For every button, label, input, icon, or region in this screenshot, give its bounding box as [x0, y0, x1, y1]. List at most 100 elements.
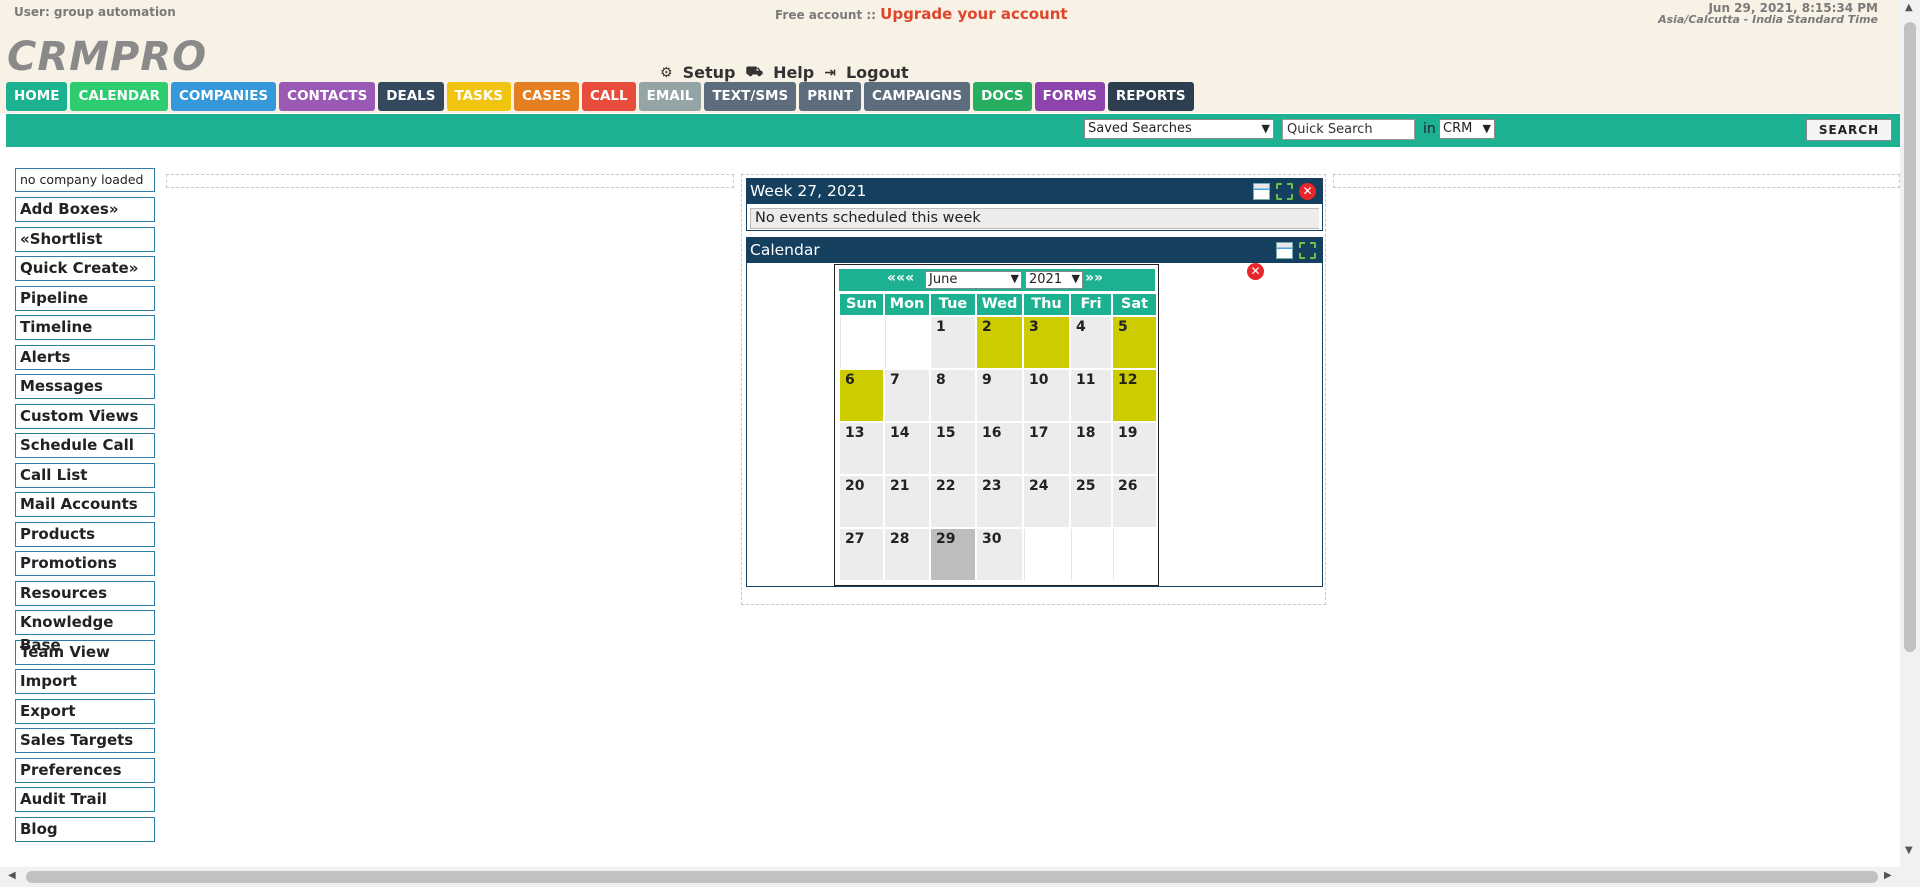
nav-cases[interactable]: CASES	[514, 82, 580, 111]
nav-print[interactable]: PRINT	[799, 82, 862, 111]
calendar-day[interactable]: 15	[931, 423, 975, 474]
mini-calendar: ««« June ▼ 2021 ▼ »» Sun Mon Tue Wed Thu Fri S…	[834, 264, 1159, 586]
calendar-day[interactable]: 28	[885, 529, 929, 580]
nav-companies[interactable]: COMPANIES	[170, 82, 277, 111]
sidebar-item-messages[interactable]: Messages	[15, 374, 155, 399]
scroll-up-icon[interactable]: ▲	[1905, 2, 1913, 13]
prev-month-button[interactable]: «««	[887, 270, 914, 286]
expand-icon[interactable]	[1276, 183, 1293, 200]
nav-forms[interactable]: FORMS	[1034, 82, 1105, 111]
nav-docs[interactable]: DOCS	[973, 82, 1032, 111]
sidebar-item-add-boxes[interactable]: Add Boxes»	[15, 197, 155, 222]
nav-deals[interactable]: DEALS	[378, 82, 444, 111]
nav-text-sms[interactable]: TEXT/SMS	[704, 82, 797, 111]
sidebar-item-custom-views[interactable]: Custom Views	[15, 403, 155, 429]
calendar-day[interactable]: 2	[977, 317, 1022, 368]
sidebar-item-alerts[interactable]: Alerts	[15, 344, 155, 370]
calendar-day[interactable]: 22	[931, 476, 975, 527]
calendar-day[interactable]: 11	[1071, 370, 1111, 421]
sidebar-item-promotions[interactable]: Promotions	[15, 551, 155, 576]
calendar-day[interactable]: 19	[1113, 423, 1156, 474]
nav-email[interactable]: EMAIL	[638, 82, 702, 111]
calendar-day[interactable]: 30	[977, 529, 1022, 580]
calendar-day[interactable]: 26	[1113, 476, 1156, 527]
scroll-thumb[interactable]	[1904, 22, 1916, 652]
horizontal-scrollbar[interactable]: ◀ ▶	[0, 867, 1900, 887]
add-event-icon[interactable]	[1276, 242, 1293, 259]
calendar-grid: Sun Mon Tue Wed Thu Fri Sat 1 2 3 4 5 6 7 8 9 10 11 12 13 14…	[840, 294, 1156, 582]
upgrade-link[interactable]: Upgrade your account	[880, 5, 1067, 23]
sidebar-item-team-view[interactable]: Team View	[15, 639, 155, 665]
sidebar-item-import[interactable]: Import	[15, 669, 155, 694]
logo[interactable]: CRMPRO	[7, 34, 207, 80]
main-nav: HOME CALENDAR COMPANIES CONTACTS DEALS TASKS C…	[6, 82, 1194, 111]
scroll-thumb[interactable]	[26, 871, 1878, 883]
calendar-day[interactable]: 5	[1113, 317, 1156, 368]
sidebar-item-preferences[interactable]: Preferences	[15, 757, 155, 783]
calendar-day[interactable]: 14	[885, 423, 929, 474]
nav-campaigns[interactable]: CAMPAIGNS	[864, 82, 971, 111]
sidebar-item-audit-trail[interactable]: Audit Trail	[15, 787, 155, 812]
calendar-day[interactable]: 16	[977, 423, 1022, 474]
calendar-day[interactable]: 27	[840, 529, 883, 580]
year-select[interactable]: 2021 ▼	[1025, 271, 1083, 289]
calendar-day[interactable]: 20	[840, 476, 883, 527]
close-icon[interactable]: ✕	[1299, 183, 1316, 200]
help-link[interactable]: Help	[773, 63, 814, 82]
nav-home[interactable]: HOME	[6, 82, 68, 111]
nav-calendar[interactable]: CALENDAR	[70, 82, 168, 111]
calendar-day[interactable]: 17	[1024, 423, 1069, 474]
search-scope-select[interactable]: CRM ▼	[1439, 119, 1495, 139]
nav-tasks[interactable]: TASKS	[446, 82, 512, 111]
calendar-day[interactable]: 13	[840, 423, 883, 474]
calendar-day[interactable]: 1	[931, 317, 975, 368]
calendar-day[interactable]: 9	[977, 370, 1022, 421]
calendar-icon[interactable]	[1253, 183, 1270, 200]
expand-icon[interactable]	[1299, 242, 1316, 259]
close-icon[interactable]: ✕	[1247, 263, 1264, 280]
calendar-day[interactable]: 10	[1024, 370, 1069, 421]
search-button[interactable]: SEARCH	[1806, 119, 1892, 141]
sidebar-item-mail-accounts[interactable]: Mail Accounts	[15, 492, 155, 517]
setup-link[interactable]: Setup	[683, 63, 736, 82]
sidebar-item-quick-create[interactable]: Quick Create»	[15, 256, 155, 281]
scroll-down-icon[interactable]: ▼	[1905, 845, 1913, 856]
calendar-day[interactable]: 8	[931, 370, 975, 421]
nav-contacts[interactable]: CONTACTS	[279, 82, 376, 111]
scroll-right-icon[interactable]: ▶	[1884, 870, 1892, 881]
company-loaded-box[interactable]: no company loaded	[15, 168, 155, 192]
calendar-day[interactable]: 21	[885, 476, 929, 527]
calendar-day[interactable]: 3	[1024, 317, 1069, 368]
sidebar-item-shortlist[interactable]: «Shortlist	[15, 226, 155, 252]
sidebar-item-blog[interactable]: Blog	[15, 816, 155, 842]
sidebar-item-call-list[interactable]: Call List	[15, 462, 155, 488]
calendar-day[interactable]: 24	[1024, 476, 1069, 527]
calendar-day[interactable]: 7	[885, 370, 929, 421]
calendar-day[interactable]: 6	[840, 370, 883, 421]
sidebar-item-products[interactable]: Products	[15, 521, 155, 547]
saved-searches-select[interactable]: Saved Searches ▼	[1084, 119, 1274, 139]
calendar-day[interactable]: 23	[977, 476, 1022, 527]
nav-reports[interactable]: REPORTS	[1107, 82, 1194, 111]
sidebar-item-sales-targets[interactable]: Sales Targets	[15, 728, 155, 753]
calendar-day[interactable]: 4	[1071, 317, 1111, 368]
weekday-header: Thu	[1024, 294, 1069, 315]
calendar-day[interactable]: 25	[1071, 476, 1111, 527]
scroll-left-icon[interactable]: ◀	[8, 870, 16, 881]
quick-search-input[interactable]: Quick Search	[1282, 119, 1415, 140]
sidebar-item-schedule-call[interactable]: Schedule Call	[15, 433, 155, 458]
calendar-day[interactable]: 12	[1113, 370, 1156, 421]
logout-link[interactable]: Logout	[846, 63, 909, 82]
sidebar-item-timeline[interactable]: Timeline	[15, 315, 155, 340]
sidebar-item-knowledge-base[interactable]: Knowledge Base	[15, 610, 155, 654]
calendar-day[interactable]: 18	[1071, 423, 1111, 474]
next-month-button[interactable]: »»	[1085, 270, 1103, 286]
sidebar-item-pipeline[interactable]: Pipeline	[15, 285, 155, 311]
calendar-day-today[interactable]: 29	[931, 529, 975, 580]
vertical-scrollbar[interactable]: ▲ ▼	[1900, 0, 1920, 887]
sidebar-item-export[interactable]: Export	[15, 698, 155, 724]
calendar-empty-cell	[1071, 529, 1111, 580]
month-select[interactable]: June ▼	[925, 271, 1022, 289]
nav-call[interactable]: CALL	[582, 82, 636, 111]
sidebar-item-resources[interactable]: Resources	[15, 580, 155, 606]
